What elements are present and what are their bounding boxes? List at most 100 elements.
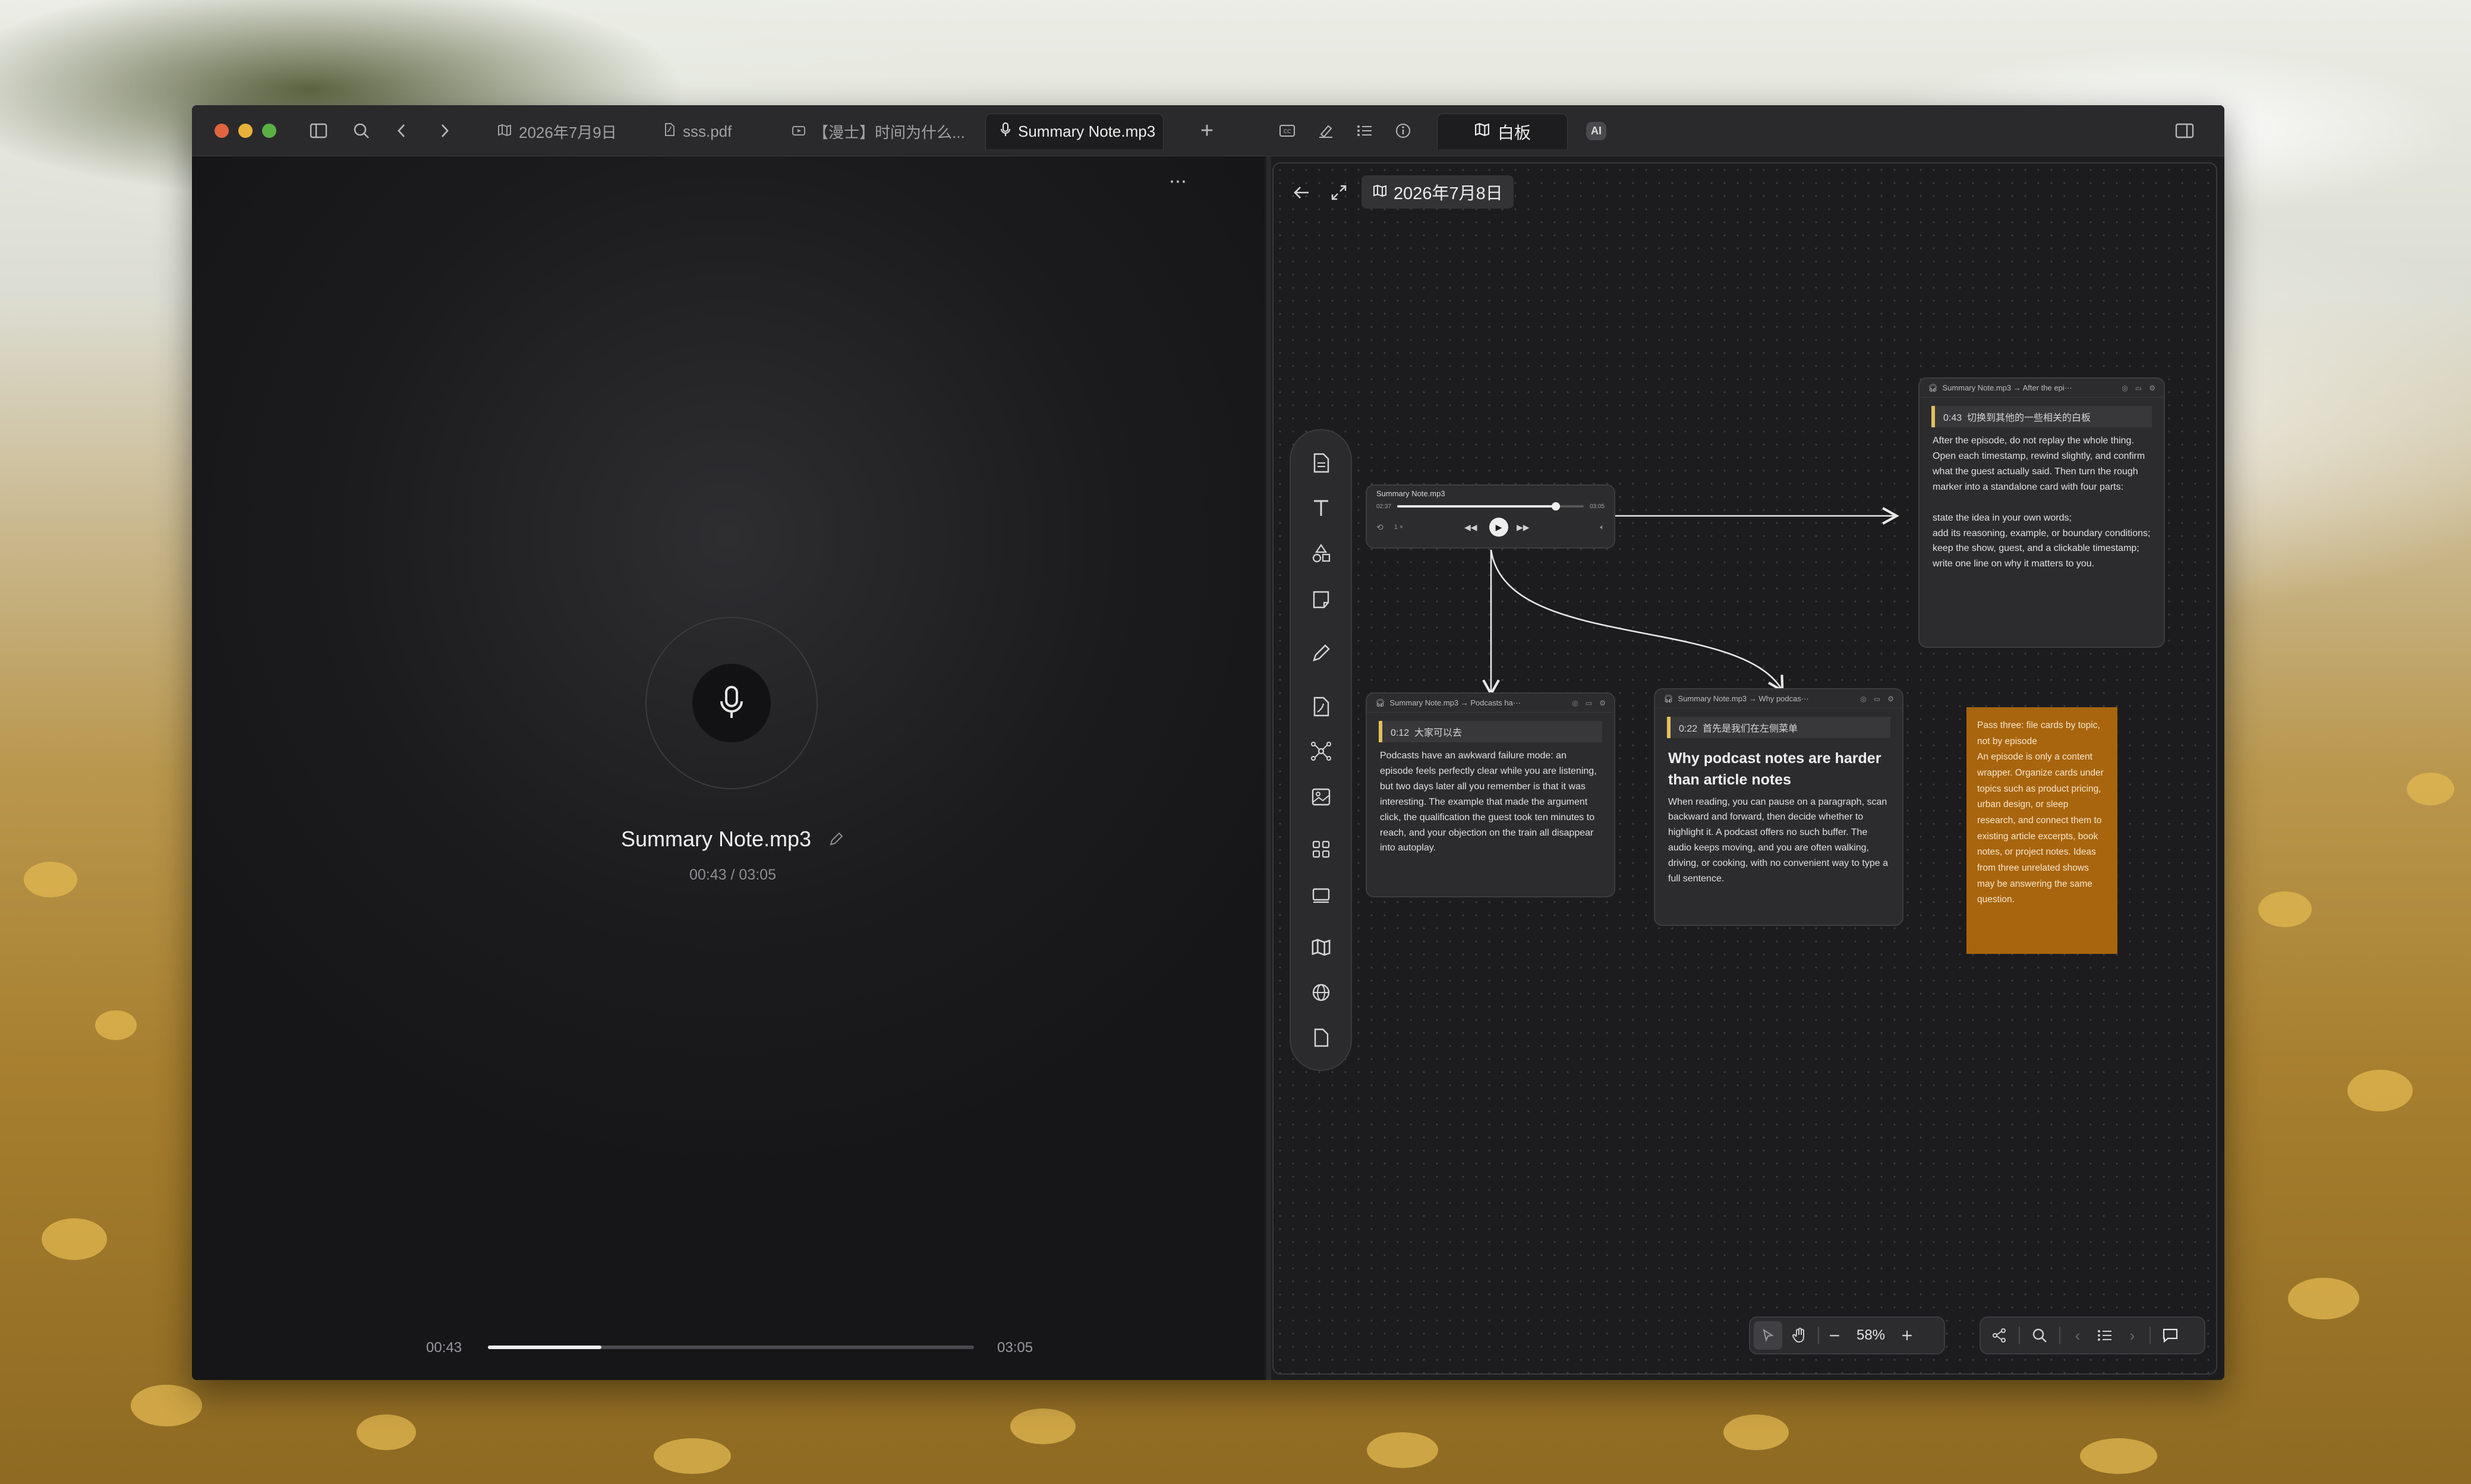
settings-icon[interactable]: ⚙︎ xyxy=(1599,699,1606,707)
node-body: Podcasts have an awkward failure mode: a… xyxy=(1380,751,1597,853)
minimize-window-button[interactable] xyxy=(238,124,253,138)
duration-label: 03:05 xyxy=(997,1340,1033,1356)
mindmap-icon[interactable] xyxy=(1306,736,1336,766)
note-node-podcasts[interactable]: 🎧︎ Summary Note.mp3 → Podcasts ha··· ◎ ▭ ⚙… xyxy=(1366,692,1615,897)
note-node-after-episode[interactable]: 🎧︎ Summary Note.mp3 → After the epi··· ◎… xyxy=(1918,377,2165,648)
ai-label: AI xyxy=(1586,121,1606,140)
locate-icon[interactable]: ◎ xyxy=(1860,695,1866,703)
outline-list-icon[interactable] xyxy=(2095,1329,2115,1342)
timestamp-quote[interactable]: 0:12 大家可以去 xyxy=(1379,721,1602,742)
progress-fill xyxy=(488,1346,601,1349)
sticky-note-icon[interactable] xyxy=(1306,585,1336,615)
outline-list-icon[interactable] xyxy=(1351,117,1378,144)
map-icon xyxy=(497,122,512,141)
zoom-window-button[interactable] xyxy=(262,124,276,138)
zoom-in-icon[interactable]: + xyxy=(1895,1325,1919,1347)
new-tab-plus-icon[interactable]: + xyxy=(1193,117,1221,144)
note-node-why-podcast[interactable]: 🎧︎ Summary Note.mp3 → Why podcas··· ◎ ▭ ⚙︎… xyxy=(1654,688,1903,926)
tab-pdf[interactable]: sss.pdf xyxy=(650,114,768,149)
settings-icon[interactable]: ⚙︎ xyxy=(1887,695,1894,703)
next-icon[interactable]: › xyxy=(2125,1327,2140,1345)
node-header[interactable]: 🎧︎ Summary Note.mp3 → Why podcas··· ◎ ▭ ⚙︎ xyxy=(1655,689,1902,708)
locate-icon[interactable]: ◎ xyxy=(2122,384,2128,392)
timestamp-quote[interactable]: 0:43 切换到其他的一些相关的白板 xyxy=(1931,406,2152,427)
tab-audio-active[interactable]: Summary Note.mp3 xyxy=(985,114,1164,149)
app-window: 2026年7月9日 sss.pdf 【漫士】时间为什么... Summary N… xyxy=(192,105,2224,1380)
share-icon[interactable] xyxy=(1989,1328,2009,1343)
timestamp[interactable]: 0:22 xyxy=(1679,724,1697,734)
whiteboard-label: 白板 xyxy=(1497,123,1531,142)
web-globe-icon[interactable] xyxy=(1306,978,1336,1007)
node-header-text: Summary Note.mp3 → After the epi··· xyxy=(1942,383,2072,392)
tab-label: 2026年7月9日 xyxy=(519,123,617,141)
search-icon[interactable] xyxy=(348,117,375,144)
separator xyxy=(2059,1327,2060,1344)
select-cursor-icon[interactable] xyxy=(1754,1321,1782,1350)
hand-pan-icon[interactable] xyxy=(1786,1321,1814,1350)
whiteboard-canvas[interactable]: 2026年7月8日 Summary Note.mp3 02:37 03:05 ⟲… xyxy=(1272,162,2217,1375)
blank-page-icon[interactable] xyxy=(1306,1023,1336,1053)
audio-node[interactable]: Summary Note.mp3 02:37 03:05 ⟲ 1 × ◀◀ ▶ … xyxy=(1366,484,1615,549)
zoom-out-icon[interactable]: − xyxy=(1823,1325,1846,1347)
tab-whiteboard-date[interactable]: 2026年7月9日 xyxy=(483,114,641,149)
audio-node-volume-icon[interactable]: 🔈︎ xyxy=(1600,522,1605,532)
svg-text:CC: CC xyxy=(1284,129,1291,135)
open-panel-icon[interactable]: ▭ xyxy=(1586,699,1592,707)
open-panel-icon[interactable]: ▭ xyxy=(2135,384,2142,392)
audio-node-speed[interactable]: 1 × xyxy=(1394,524,1404,531)
timestamp-quote[interactable]: 0:22 首先是我们在左侧菜单 xyxy=(1667,717,1890,738)
shapes-icon[interactable] xyxy=(1306,538,1336,568)
pdf-insert-icon[interactable] xyxy=(1306,692,1336,721)
pane-divider[interactable] xyxy=(1266,156,1271,1380)
audio-node-progress-track[interactable] xyxy=(1397,502,1584,511)
text-tool-icon[interactable] xyxy=(1306,493,1336,523)
highlighter-icon[interactable] xyxy=(1312,117,1339,144)
node-header[interactable]: 🎧︎ Summary Note.mp3 → Podcasts ha··· ◎ ▭ ⚙… xyxy=(1367,694,1614,713)
sticky-note[interactable]: Pass three: file cards by topic, not by … xyxy=(1966,707,2117,954)
caption-icon[interactable]: CC xyxy=(1274,117,1301,144)
audio-node-play-button[interactable]: ▶ xyxy=(1489,518,1508,537)
ai-button[interactable]: AI xyxy=(1583,117,1610,144)
frame-icon[interactable] xyxy=(1306,880,1336,909)
locate-icon[interactable]: ◎ xyxy=(1572,699,1578,707)
audio-node-loop-icon[interactable]: ⟲ xyxy=(1376,522,1383,533)
right-sidebar-toggle-icon[interactable] xyxy=(2171,117,2198,144)
canvas-zoom-controls: − 58% + xyxy=(1749,1316,1945,1354)
quote-text: 大家可以去 xyxy=(1414,728,1463,738)
whiteboard-tab-button[interactable]: 白板 xyxy=(1437,114,1568,149)
sidebar-toggle-icon[interactable] xyxy=(305,117,332,144)
settings-icon[interactable]: ⚙︎ xyxy=(2149,384,2155,392)
node-body: When reading, you can pause on a paragra… xyxy=(1668,796,1888,884)
map-icon xyxy=(1474,122,1490,141)
pen-icon[interactable] xyxy=(1306,638,1336,668)
grid-apps-icon[interactable] xyxy=(1306,834,1336,864)
list-item: keep the show, guest, and a clickable ti… xyxy=(1933,543,2139,554)
more-options-icon[interactable]: ⋯ xyxy=(1164,169,1193,193)
info-icon[interactable] xyxy=(1389,117,1417,144)
track-title[interactable]: Summary Note.mp3 xyxy=(608,827,858,853)
microphone-icon xyxy=(1000,122,1011,141)
audio-node-rewind-icon[interactable]: ◀◀ xyxy=(1464,522,1477,533)
search-icon[interactable] xyxy=(2029,1328,2050,1343)
progress-track[interactable] xyxy=(488,1346,974,1349)
close-window-button[interactable] xyxy=(215,124,229,138)
back-arrow-icon[interactable] xyxy=(390,117,414,144)
map-board-icon[interactable] xyxy=(1306,932,1336,962)
tab-label: 【漫士】时间为什么... xyxy=(813,123,965,141)
node-header[interactable]: 🎧︎ Summary Note.mp3 → After the epi··· ◎… xyxy=(1920,379,2164,398)
image-icon[interactable] xyxy=(1306,782,1336,812)
open-panel-icon[interactable]: ▭ xyxy=(1874,695,1880,703)
forward-arrow-icon[interactable] xyxy=(433,117,456,144)
audio-node-progress-knob[interactable] xyxy=(1551,502,1560,511)
current-time-label: 00:43 xyxy=(426,1340,462,1356)
zoom-level[interactable]: 58% xyxy=(1850,1327,1892,1344)
whiteboard-tool-palette xyxy=(1290,429,1352,1071)
timestamp[interactable]: 0:12 xyxy=(1391,728,1409,738)
comment-icon[interactable] xyxy=(2160,1328,2180,1343)
tab-video[interactable]: 【漫士】时间为什么... xyxy=(777,114,967,149)
document-card-icon[interactable] xyxy=(1306,448,1336,478)
audio-node-forward-icon[interactable]: ▶▶ xyxy=(1517,522,1530,533)
previous-icon[interactable]: ‹ xyxy=(2070,1327,2085,1345)
timestamp[interactable]: 0:43 xyxy=(1943,413,1962,423)
edit-pencil-icon[interactable] xyxy=(828,828,844,853)
